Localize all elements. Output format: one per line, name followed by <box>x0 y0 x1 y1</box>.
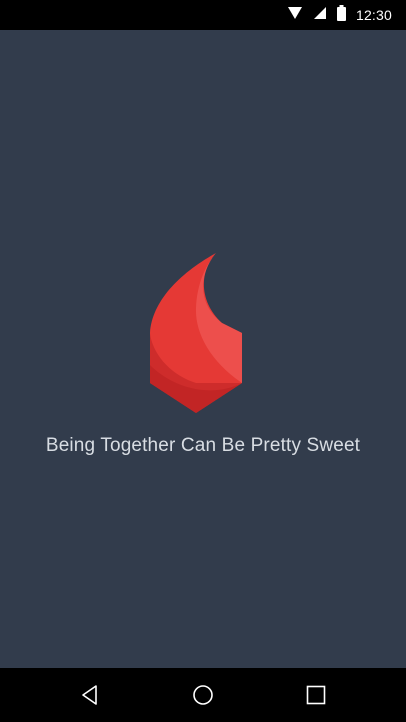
home-icon <box>193 685 213 705</box>
status-bar: 12:30 <box>0 0 406 30</box>
device-screen: 12:30 Being Together Can Be Pretty Sweet <box>0 0 406 722</box>
splash-content: Being Together Can Be Pretty Sweet <box>0 30 406 668</box>
back-button[interactable] <box>72 678 108 712</box>
status-time: 12:30 <box>355 7 392 23</box>
tagline-text: Being Together Can Be Pretty Sweet <box>45 435 361 456</box>
recent-apps-icon <box>306 685 326 705</box>
battery-icon <box>336 4 346 26</box>
app-logo-flame-icon <box>150 253 242 413</box>
status-icons: 12:30 <box>287 4 392 26</box>
recent-apps-button[interactable] <box>298 678 334 712</box>
wifi-icon <box>287 6 303 25</box>
home-button[interactable] <box>185 678 221 712</box>
cellular-signal-icon <box>313 6 327 25</box>
back-icon <box>82 685 97 705</box>
navigation-bar <box>0 668 406 722</box>
